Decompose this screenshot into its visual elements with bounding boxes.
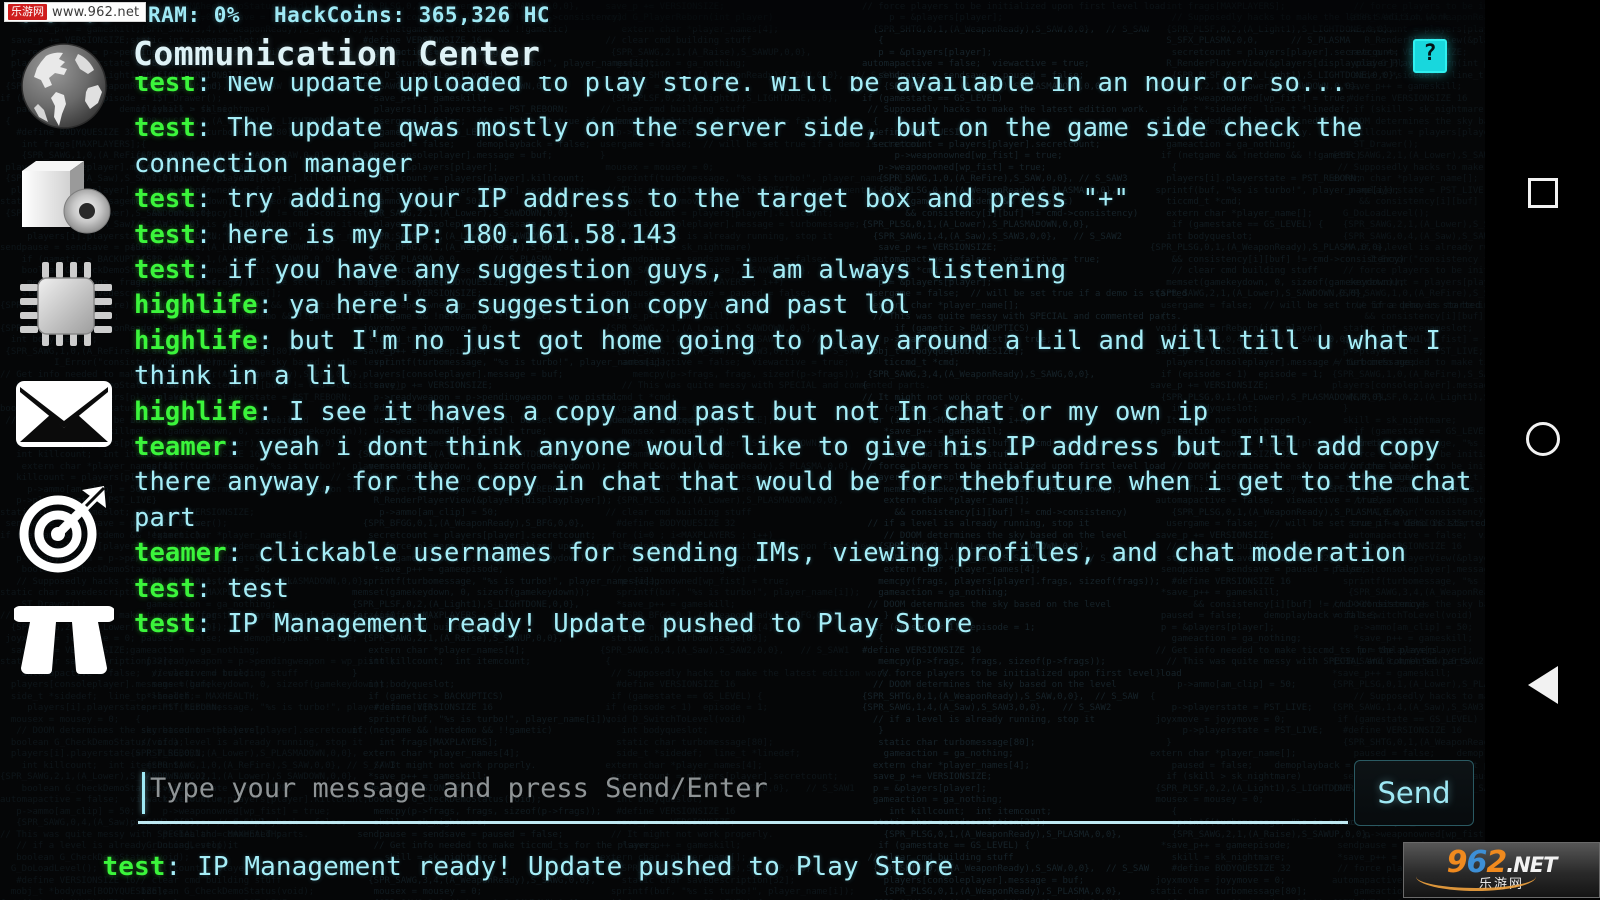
- chat-separator: :: [195, 113, 228, 144]
- ticker-message: test: IP Management ready! Update pushed…: [8, 822, 954, 900]
- home-circle-icon: [1525, 422, 1560, 456]
- chat-username[interactable]: highlife: [134, 290, 258, 320]
- chat-separator: :: [195, 609, 228, 640]
- hackcoins-stat: HackCoins: 365,326 HC: [274, 3, 551, 27]
- bridge-icon: [14, 600, 114, 676]
- chat-separator: :: [226, 432, 259, 463]
- recents-square-icon: [1527, 178, 1558, 208]
- help-button[interactable]: ?: [1413, 39, 1447, 73]
- chat-text: test: [227, 573, 290, 604]
- ticker-username: test: [102, 852, 166, 882]
- chat-message: highlife: but I'm no just got home going…: [134, 324, 1472, 395]
- chat-message: test: try adding your IP address to the …: [134, 182, 1472, 217]
- ticker-bar: test: IP Management ready! Update pushed…: [0, 842, 1485, 892]
- ticker-colon: :: [165, 852, 198, 882]
- chat-text: try adding your IP address to the target…: [227, 184, 1129, 215]
- watermark-top-left: 乐游网 www.962.net: [4, 2, 147, 22]
- mail-envelope-icon: [14, 379, 114, 449]
- chat-separator: :: [257, 396, 290, 427]
- chat-message: highlife: I see it haves a copy and past…: [134, 395, 1472, 430]
- chat-text: I see it haves a copy and past but not I…: [289, 396, 1209, 427]
- game-screen: memcpy(p->frags, frags, sizeof(p->frags)…: [0, 0, 1600, 900]
- ram-stat: RAM: 0%: [148, 3, 241, 27]
- chat-text: clickable usernames for sending IMs, vie…: [258, 538, 1407, 569]
- message-input[interactable]: [138, 762, 1348, 824]
- target-icon: [16, 482, 112, 574]
- chat-text: IP Management ready! Update pushed to Pl…: [227, 609, 973, 640]
- chat-separator: :: [195, 184, 228, 215]
- sidebar-item-targets[interactable]: [14, 478, 114, 578]
- chat-message: test: test: [134, 572, 1472, 607]
- chat-separator: :: [195, 219, 228, 250]
- chat-username[interactable]: test: [134, 184, 196, 214]
- chat-username[interactable]: teamer: [134, 538, 227, 568]
- chat-separator: :: [257, 325, 290, 356]
- cpu-chip-icon: [16, 256, 112, 352]
- chat-username[interactable]: teamer: [134, 432, 227, 462]
- software-box-icon: [14, 153, 114, 239]
- sidebar-item-software[interactable]: [14, 146, 114, 246]
- android-navigation-bar: [1485, 0, 1600, 900]
- watermark-bottom-right: 962.NET 乐游网: [1403, 842, 1600, 898]
- ticker-body: IP Management ready! Update pushed to Pl…: [197, 852, 954, 882]
- send-button[interactable]: Send: [1354, 760, 1474, 826]
- chat-username[interactable]: test: [134, 113, 196, 143]
- chat-message: teamer: yeah i dont think anyone would l…: [134, 430, 1472, 536]
- chat-text: ya here's a suggestion copy and past lol: [289, 290, 911, 321]
- text-caret: [142, 772, 145, 814]
- chat-username[interactable]: test: [134, 220, 196, 250]
- chat-text: yeah i dont think anyone would like to g…: [134, 432, 1472, 533]
- title-bar: Communication Center ?: [0, 30, 1485, 82]
- chat-separator: :: [195, 255, 228, 286]
- chat-username[interactable]: highlife: [134, 397, 258, 427]
- watermark-arc: [1416, 862, 1536, 891]
- chat-text: but I'm no just got home going to play a…: [134, 325, 1442, 392]
- back-triangle-icon: [1527, 666, 1558, 704]
- chat-separator: :: [195, 573, 228, 604]
- sidebar-item-messages[interactable]: [14, 364, 114, 464]
- home-button[interactable]: [1485, 404, 1600, 474]
- chat-text: here is my IP: 180.161.58.143: [227, 219, 678, 250]
- sidebar-item-network[interactable]: [14, 588, 114, 688]
- chat-username[interactable]: test: [134, 574, 196, 604]
- chat-text: if you have any suggestion guys, i am al…: [227, 255, 1067, 286]
- chat-message: teamer: clickable usernames for sending …: [134, 536, 1472, 571]
- sidebar: [0, 30, 128, 730]
- chat-message: test: IP Management ready! Update pushed…: [134, 607, 1472, 642]
- page-title: Communication Center: [133, 34, 541, 73]
- chat-separator: :: [257, 290, 290, 321]
- back-button[interactable]: [1485, 650, 1600, 720]
- chat-username[interactable]: test: [134, 609, 196, 639]
- sidebar-item-hardware[interactable]: [14, 254, 114, 354]
- chat-username[interactable]: test: [134, 255, 196, 285]
- chat-message: test: here is my IP: 180.161.58.143: [134, 218, 1472, 253]
- chat-username[interactable]: highlife: [134, 326, 258, 356]
- chat-text: The update qwas mostly on the server sid…: [134, 113, 1363, 179]
- status-bar: CPU: 0% RAM: 0% HackCoins: 365,326 HC: [0, 0, 1485, 30]
- chat-message: test: The update qwas mostly on the serv…: [134, 111, 1472, 182]
- chat-message: highlife: ya here's a suggestion copy an…: [134, 288, 1472, 323]
- chat-log[interactable]: test: New update uploaded to play store.…: [128, 76, 1480, 736]
- chat-separator: :: [226, 538, 259, 569]
- recents-button[interactable]: [1485, 158, 1600, 228]
- watermark-url: www.962.net: [52, 4, 140, 20]
- watermark-badge: 乐游网: [8, 4, 47, 20]
- chat-message: test: if you have any suggestion guys, i…: [134, 253, 1472, 288]
